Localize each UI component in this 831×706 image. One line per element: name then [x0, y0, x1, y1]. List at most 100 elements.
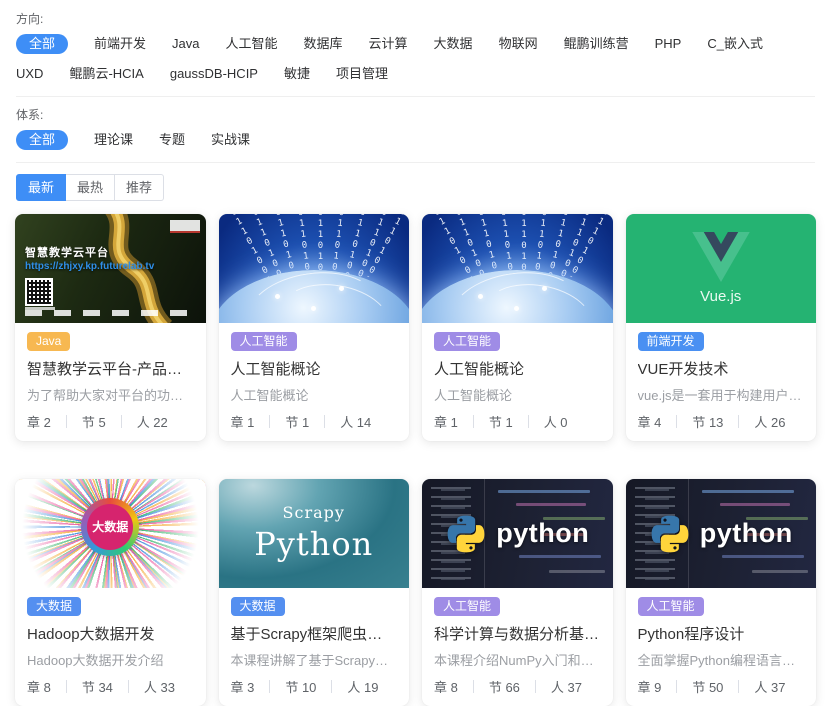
course-description: Hadoop大数据开发介绍	[27, 650, 194, 669]
course-description: 本课程介绍NumPy入门和数据处...	[434, 650, 601, 669]
chapters-count: 章 9	[638, 677, 662, 696]
course-description: 全面掌握Python编程语言的基本语...	[638, 650, 805, 669]
course-title: 人工智能概论	[231, 358, 398, 379]
chapters-count: 章 1	[434, 412, 458, 431]
sections-count: 节 13	[692, 412, 723, 431]
course-tag: 人工智能	[638, 597, 704, 616]
stat-divider	[738, 680, 739, 693]
chapters-count: 章 8	[27, 677, 51, 696]
course-card-body: 人工智能 科学计算与数据分析基础(Pyth... 本课程介绍NumPy入门和数据…	[422, 588, 613, 706]
course-card-body: 大数据 基于Scrapy框架爬虫快速开发(... 本课程讲解了基于Scrapy框…	[219, 588, 410, 706]
node-dot	[311, 306, 316, 311]
system-option[interactable]: 实战课	[211, 130, 250, 150]
thumbnail-bigdata-art: 大数据	[15, 479, 206, 588]
course-thumbnail: 大数据 大数据	[15, 479, 206, 588]
course-title: 人工智能概论	[434, 358, 601, 379]
course-card[interactable]: Scrapy Python	[219, 479, 410, 706]
direction-option[interactable]: 敏捷	[284, 64, 310, 84]
course-card-body: Java 智慧教学云平台-产品介绍 为了帮助大家对平台的功能加深理... 章 2…	[15, 323, 206, 441]
course-card[interactable]: python python	[422, 479, 613, 706]
students-count: 人 26	[754, 412, 785, 431]
course-stats: 章 8 节 34 人 33	[27, 677, 194, 696]
course-card[interactable]: 智慧教学云平台 https://zhjxy.kp.futurelab.tv	[15, 214, 206, 441]
thumbnail-vue-art: Vue.js	[626, 214, 817, 323]
python-logo-icon	[445, 513, 487, 555]
direction-option[interactable]: PHP	[655, 34, 682, 54]
stat-divider	[676, 415, 677, 428]
course-description: 人工智能概论	[231, 385, 398, 404]
thumbnail-river-art: 智慧教学云平台 https://zhjxy.kp.futurelab.tv	[15, 214, 206, 323]
system-options: 全部 理论课 专题 实战课	[16, 130, 815, 150]
course-card[interactable]: Vue.js Vue.js	[626, 214, 817, 441]
course-tag: 人工智能	[231, 332, 297, 351]
thumbnail-python-art: python	[626, 479, 817, 588]
course-card-body: 人工智能 Python程序设计 全面掌握Python编程语言的基本语... 章 …	[626, 588, 817, 706]
sort-tab[interactable]: 最新	[16, 174, 66, 201]
course-description: vue.js是一套用于构建用户界面的...	[638, 385, 805, 404]
direction-option[interactable]: 数据库	[304, 34, 343, 54]
students-count: 人 19	[347, 677, 378, 696]
sections-count: 节 10	[285, 677, 316, 696]
direction-option[interactable]: 云计算	[369, 34, 408, 54]
stat-divider	[331, 680, 332, 693]
course-grid: 智慧教学云平台 https://zhjxy.kp.futurelab.tv	[0, 214, 831, 706]
stat-divider	[128, 680, 129, 693]
sections-count: 节 5	[82, 412, 106, 431]
sort-tab[interactable]: 推荐	[115, 174, 164, 201]
course-thumbnail: Scrapy Python	[219, 479, 410, 588]
stat-divider	[324, 415, 325, 428]
direction-filter-label: 方向:	[16, 10, 815, 27]
direction-option[interactable]: 鲲鹏云-HCIA	[69, 64, 143, 84]
sort-tab[interactable]: 最热	[66, 174, 115, 201]
direction-option[interactable]: 人工智能	[226, 34, 278, 54]
stat-divider	[676, 680, 677, 693]
node-dot	[275, 294, 280, 299]
direction-options: 全部 前端开发 Java 人工智能 数据库 云计算 大数据 物联网 鲲鹏训练营 PHP C_嵌入式 U…	[16, 34, 815, 84]
course-tag: 大数据	[27, 597, 81, 616]
course-card[interactable]: 0110100101101001011 0110100101101001011 …	[219, 214, 410, 441]
course-thumbnail: 0110100101101001011 0110100101101001011 …	[219, 214, 410, 323]
course-card-body: 人工智能 人工智能概论 人工智能概论 章 1 节 1 人 14	[219, 323, 410, 441]
course-title: Python程序设计	[638, 623, 805, 644]
course-description: 人工智能概论	[434, 385, 601, 404]
course-thumbnail: Vue.js Vue.js	[626, 214, 817, 323]
direction-option[interactable]: C_嵌入式	[707, 34, 763, 54]
students-count: 人 0	[544, 412, 568, 431]
course-tag: 大数据	[231, 597, 285, 616]
course-title: 基于Scrapy框架爬虫快速开发(...	[231, 623, 398, 644]
thumbnail-corner-logo	[170, 220, 200, 233]
system-option[interactable]: 全部	[16, 130, 68, 150]
course-title: 智慧教学云平台-产品介绍	[27, 358, 194, 379]
course-card[interactable]: 0110100101101001011 0110100101101001011 …	[422, 214, 613, 441]
direction-option[interactable]: 全部	[16, 34, 68, 54]
stat-divider	[528, 415, 529, 428]
system-option[interactable]: 理论课	[94, 130, 133, 150]
python-logo-icon	[649, 513, 691, 555]
system-option[interactable]: 专题	[159, 130, 185, 150]
system-filter-label: 体系:	[16, 106, 815, 123]
direction-option[interactable]: 鲲鹏训练营	[564, 34, 629, 54]
course-card[interactable]: 大数据 大数据	[15, 479, 206, 706]
filter-panel: 方向: 全部 前端开发 Java 人工智能 数据库 云计算 大数据 物联网 鲲鹏训练营 PHP C_…	[0, 0, 831, 214]
node-dot	[542, 286, 547, 291]
node-dot	[514, 306, 519, 311]
sections-count: 节 66	[489, 677, 520, 696]
chapters-count: 章 1	[231, 412, 255, 431]
course-description: 本课程讲解了基于Scrapy框架爬虫...	[231, 650, 398, 669]
direction-option[interactable]: 项目管理	[336, 64, 388, 84]
thumbnail-ai-art: 0110100101101001011 0110100101101001011 …	[219, 214, 410, 323]
direction-option[interactable]: 前端开发	[94, 34, 146, 54]
stat-divider	[535, 680, 536, 693]
course-stats: 章 1 节 1 人 0	[434, 412, 601, 431]
direction-option[interactable]: 大数据	[434, 34, 473, 54]
direction-option[interactable]: Java	[172, 34, 199, 54]
course-stats: 章 2 节 5 人 22	[27, 412, 194, 431]
course-card[interactable]: python python	[626, 479, 817, 706]
course-title: 科学计算与数据分析基础(Pyth...	[434, 623, 601, 644]
course-stats: 章 3 节 10 人 19	[231, 677, 398, 696]
direction-option[interactable]: 物联网	[499, 34, 538, 54]
direction-option[interactable]: UXD	[16, 64, 43, 84]
direction-option[interactable]: gaussDB-HCIP	[170, 64, 258, 84]
scrapy-wordmark: Scrapy	[219, 503, 410, 522]
python-wordmark-serif: Python	[219, 525, 410, 563]
